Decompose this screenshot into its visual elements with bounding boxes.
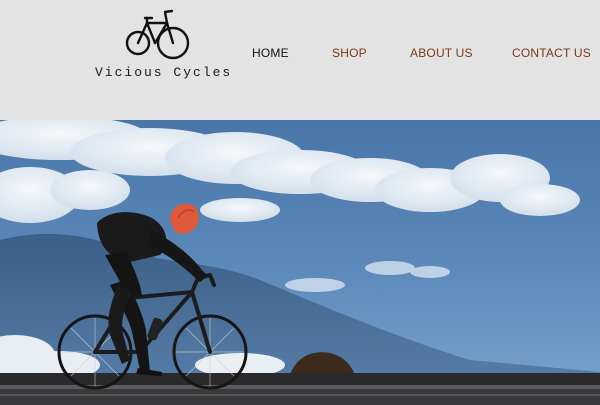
nav-about-link[interactable]: ABOUT US xyxy=(410,46,473,60)
hero-photo xyxy=(0,120,600,405)
page: Vicious Cycles HOME SHOP ABOUT US CONTAC… xyxy=(0,0,600,405)
road-surface xyxy=(0,373,600,385)
nav-contact-link[interactable]: CONTACT US xyxy=(512,46,591,60)
brand-name: Vicious Cycles xyxy=(95,65,233,80)
main-nav: HOME SHOP ABOUT US CONTACT US xyxy=(0,46,600,62)
site-header: Vicious Cycles HOME SHOP ABOUT US CONTAC… xyxy=(0,0,600,120)
hero-image xyxy=(0,120,600,405)
nav-home-link[interactable]: HOME xyxy=(252,46,289,60)
nav-shop-link[interactable]: SHOP xyxy=(332,46,367,60)
